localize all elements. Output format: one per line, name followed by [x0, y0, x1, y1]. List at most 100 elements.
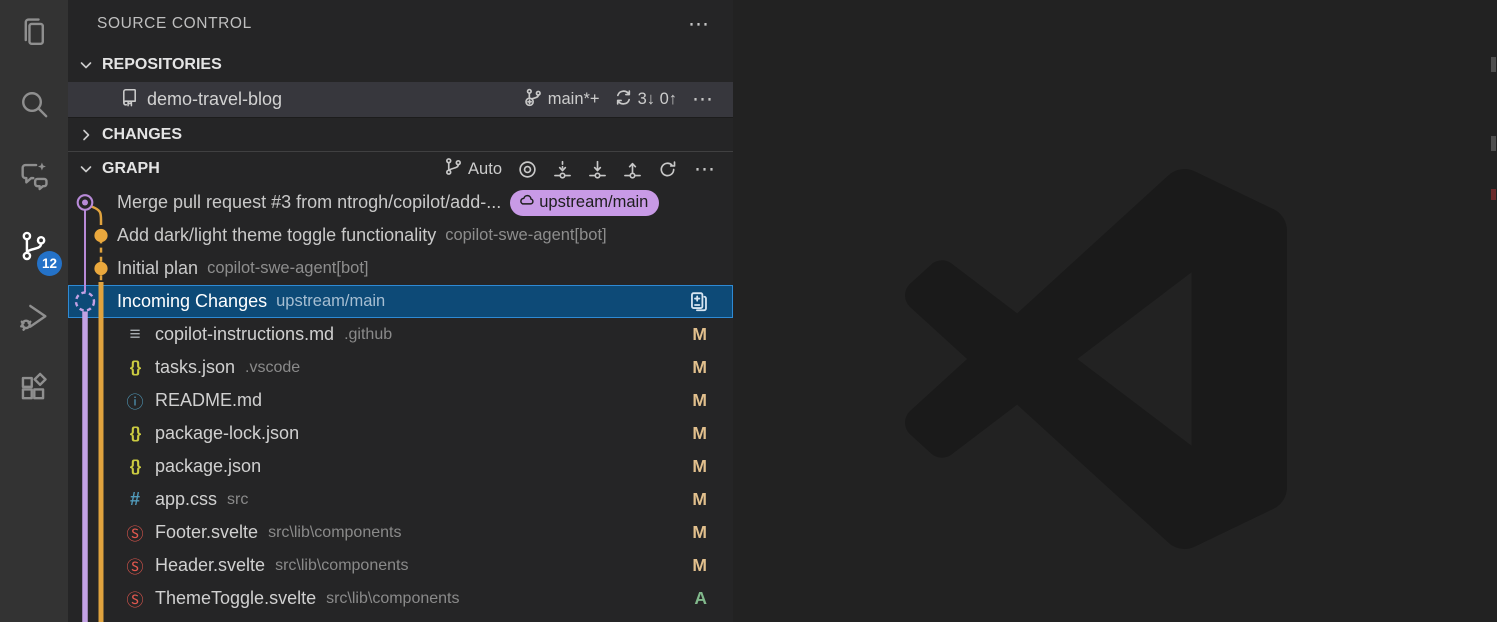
upstream-ref-badge: upstream/main — [510, 190, 659, 216]
activity-item-source-control[interactable]: 12 — [0, 213, 68, 284]
view-all-changes-button[interactable] — [687, 291, 709, 313]
section-header-graph[interactable]: GRAPH Auto — [68, 151, 733, 186]
file-status-badge: A — [694, 588, 707, 609]
repo-more-actions-button[interactable]: ⋯ — [686, 89, 719, 110]
file-status-badge: M — [692, 423, 707, 444]
file-path: .vscode — [245, 359, 300, 377]
incoming-file-list: ≡ copilot-instructions.md .github M {} t… — [68, 318, 733, 615]
file-name: README.md — [155, 390, 262, 411]
graph-row-commit[interactable]: Initial plan copilot-swe-agent[bot] — [68, 252, 733, 285]
repo-actions: main*+ 3↓ 0↑ ⋯ — [519, 86, 719, 114]
chevron-down-icon — [78, 57, 94, 73]
scm-count-badge: 12 — [37, 251, 62, 276]
activity-item-search[interactable] — [0, 71, 68, 142]
target-icon — [518, 160, 537, 179]
refresh-icon — [658, 160, 677, 179]
chevron-right-icon — [78, 127, 94, 143]
section-header-repositories[interactable]: REPOSITORIES — [68, 48, 733, 82]
vscode-logo-watermark — [905, 168, 1287, 550]
file-type-icon: Ⓢ — [125, 586, 145, 611]
sidebar-more-actions-button[interactable]: ⋯ — [682, 14, 715, 35]
chat-sparkle-icon — [17, 158, 51, 197]
sync-count-label: 3↓ 0↑ — [638, 90, 677, 109]
activity-item-debug[interactable] — [0, 284, 68, 355]
file-path: src\lib\components — [268, 524, 401, 542]
vscode-window: 12 SOURCE CONTROL ⋯ REPOSITORIES — [0, 0, 1497, 622]
file-status-badge: M — [692, 522, 707, 543]
git-branch-create-icon — [524, 88, 543, 112]
chevron-down-icon — [78, 161, 94, 177]
file-path: src\lib\components — [275, 557, 408, 575]
file-type-icon: ≡ — [125, 324, 145, 346]
extensions-icon — [17, 371, 51, 410]
sync-changes-button[interactable]: 3↓ 0↑ — [609, 86, 682, 114]
file-type-icon: ⓘ — [125, 388, 145, 413]
goto-current-commit-button[interactable] — [513, 158, 542, 181]
pull-icon — [588, 160, 607, 179]
repo-icon — [120, 88, 139, 112]
file-status-badge: M — [692, 489, 707, 510]
file-path: src — [227, 491, 248, 509]
incoming-file-row[interactable]: Ⓢ Footer.svelte src\lib\components M — [68, 516, 733, 549]
file-name: ThemeToggle.svelte — [155, 588, 316, 609]
incoming-file-row[interactable]: {} package-lock.json M — [68, 417, 733, 450]
file-status-badge: M — [692, 357, 707, 378]
file-name: package-lock.json — [155, 423, 299, 444]
pull-button[interactable] — [583, 158, 612, 181]
graph-row-incoming-changes[interactable]: Incoming Changes upstream/main — [68, 285, 733, 318]
incoming-file-row[interactable]: {} package.json M — [68, 450, 733, 483]
file-status-badge: M — [692, 390, 707, 411]
file-path: src\lib\components — [326, 590, 459, 608]
section-header-changes[interactable]: CHANGES — [68, 117, 733, 151]
activity-item-chat[interactable] — [0, 142, 68, 213]
push-button[interactable] — [618, 158, 647, 181]
cloud-icon — [518, 192, 535, 214]
sidebar-title-bar: SOURCE CONTROL ⋯ — [68, 0, 733, 48]
push-icon — [623, 160, 642, 179]
file-status-badge: M — [692, 555, 707, 576]
debug-icon — [17, 300, 51, 339]
file-name: Footer.svelte — [155, 522, 258, 543]
commit-graph-list: Merge pull request #3 from ntrogh/copilo… — [68, 186, 733, 622]
activity-item-explorer[interactable] — [0, 0, 68, 71]
sync-icon — [614, 88, 633, 112]
source-control-sidebar: SOURCE CONTROL ⋯ REPOSITORIES demo-trave… — [68, 0, 733, 622]
incoming-file-row[interactable]: Ⓢ ThemeToggle.svelte src\lib\components … — [68, 582, 733, 615]
file-name: app.css — [155, 489, 217, 510]
ruler-mark — [1491, 57, 1496, 72]
file-name: tasks.json — [155, 357, 235, 378]
activity-bar: 12 — [0, 0, 68, 622]
file-name: Header.svelte — [155, 555, 265, 576]
ruler-mark — [1491, 136, 1496, 151]
file-name: package.json — [155, 456, 261, 477]
graph-ref-picker-button[interactable]: Auto — [439, 155, 507, 183]
checkout-branch-button[interactable]: main*+ — [519, 86, 605, 114]
refresh-button[interactable] — [653, 158, 682, 181]
incoming-file-row[interactable]: Ⓢ Header.svelte src\lib\components M — [68, 549, 733, 582]
file-type-icon: {} — [125, 458, 145, 476]
file-type-icon: Ⓢ — [125, 520, 145, 545]
incoming-file-row[interactable]: # app.css src M — [68, 483, 733, 516]
git-branch-icon — [444, 157, 463, 181]
graph-row-commit[interactable]: Add dark/light theme toggle functionalit… — [68, 219, 733, 252]
sidebar-title: SOURCE CONTROL — [97, 15, 252, 33]
repository-row[interactable]: demo-travel-blog main*+ 3↓ 0↑ ⋯ — [68, 82, 733, 117]
file-name: copilot-instructions.md — [155, 324, 334, 345]
ruler-mark — [1491, 189, 1496, 200]
branch-label: main*+ — [548, 90, 600, 109]
file-type-icon: Ⓢ — [125, 553, 145, 578]
diff-files-icon — [687, 291, 709, 313]
graph-more-actions-button[interactable]: ⋯ — [688, 159, 721, 180]
file-path: .github — [344, 326, 392, 344]
incoming-file-row[interactable]: ≡ copilot-instructions.md .github M — [68, 318, 733, 351]
graph-toolbar: Auto ⋯ — [439, 155, 733, 183]
graph-row-merge-commit[interactable]: Merge pull request #3 from ntrogh/copilo… — [68, 186, 733, 219]
incoming-file-row[interactable]: ⓘ README.md M — [68, 384, 733, 417]
editor-area — [733, 0, 1497, 622]
file-type-icon: {} — [125, 359, 145, 377]
fetch-button[interactable] — [548, 158, 577, 181]
incoming-file-row[interactable]: {} tasks.json .vscode M — [68, 351, 733, 384]
fetch-icon — [553, 160, 572, 179]
activity-item-extensions[interactable] — [0, 355, 68, 426]
graph-auto-label: Auto — [468, 160, 502, 179]
